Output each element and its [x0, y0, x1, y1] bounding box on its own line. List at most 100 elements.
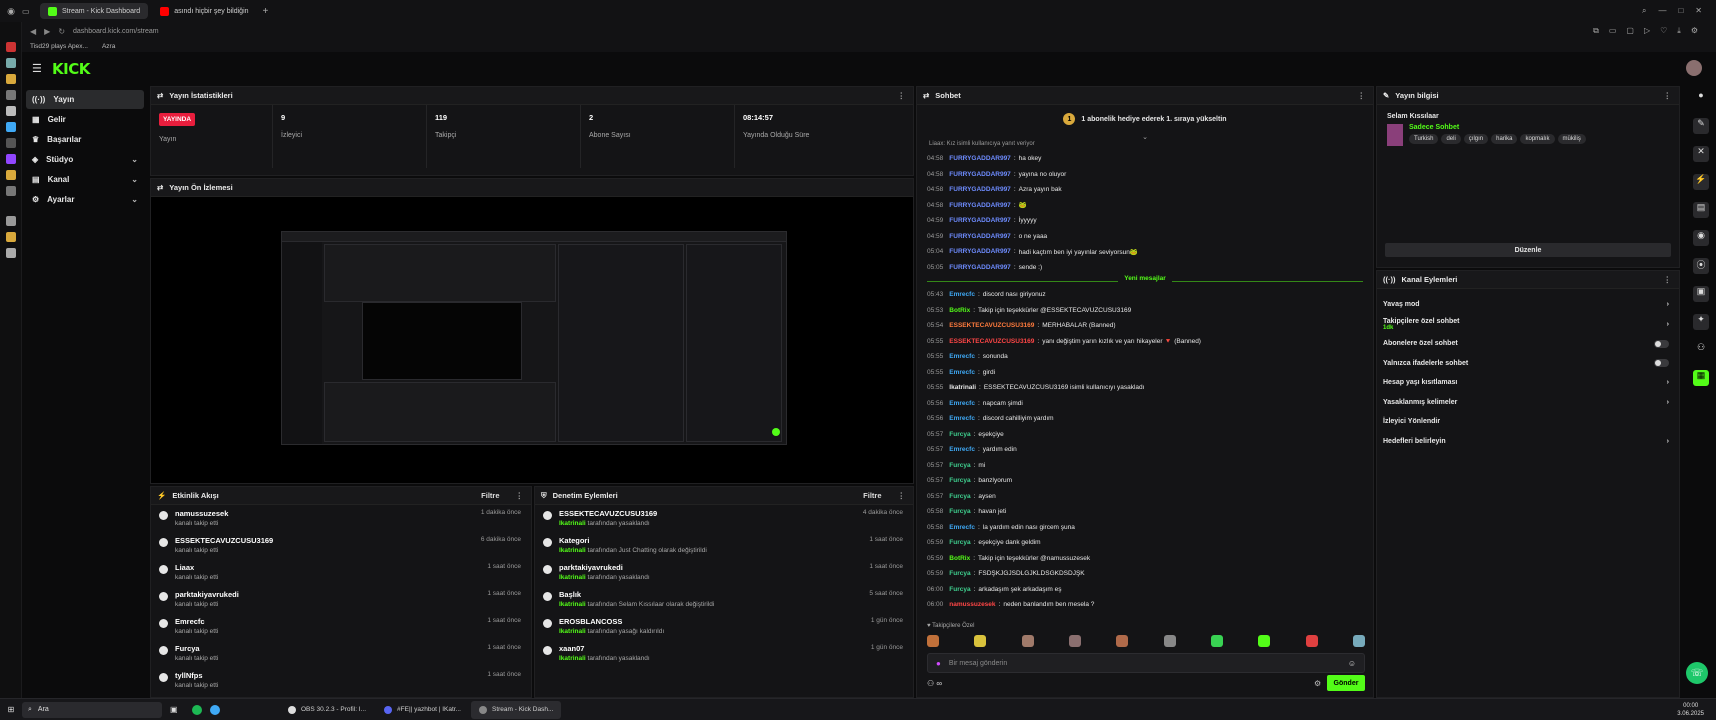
list-item[interactable]: Kategori Ikatrinali tarafından Just Chatt…: [535, 532, 913, 559]
chat-username[interactable]: FURRYGADDAR997: [949, 186, 1011, 193]
sidebar-app-icon[interactable]: [5, 106, 16, 116]
chat-username[interactable]: Emrecfc: [949, 353, 975, 360]
chat-tools-icon[interactable]: ⚇ ∞: [927, 679, 942, 688]
sidebar-app-icon[interactable]: [5, 186, 16, 196]
clock-icon[interactable]: [5, 216, 16, 226]
tab-list-icon[interactable]: ▭: [22, 7, 36, 16]
sidebar-app-icon[interactable]: [5, 90, 16, 100]
chat-input[interactable]: ● Bir mesaj gönderin ☺: [927, 653, 1365, 673]
chat-message[interactable]: 05:59 BotRix: Takip için teşekkürler @namu…: [917, 551, 1373, 567]
emote-icon[interactable]: [974, 635, 987, 647]
stream-tag[interactable]: deli: [1441, 134, 1461, 144]
toggle-switch[interactable]: [1654, 359, 1669, 368]
chat-username[interactable]: FURRYGADDAR997: [949, 202, 1011, 209]
chat-username[interactable]: BotRix: [949, 555, 970, 562]
emote-icon[interactable]: [1068, 635, 1081, 647]
chat-message[interactable]: 04:58 FURRYGADDAR997: Azra yayın bak: [917, 182, 1373, 198]
layout-icon[interactable]: ▣: [1693, 286, 1709, 302]
capture-icon[interactable]: ▢: [1626, 26, 1634, 36]
taskbar-app-obs[interactable]: OBS 30.2.3 - Profil: I...: [280, 701, 374, 719]
emote-icon[interactable]: [927, 635, 939, 647]
emote-icon[interactable]: [1210, 635, 1223, 647]
list-item[interactable]: Liaax kanalı takip etti 1 saat önce: [151, 559, 531, 586]
filter-button[interactable]: Filtre: [863, 491, 881, 500]
more-options-icon[interactable]: ⋮: [1358, 91, 1366, 100]
channel-action-item[interactable]: Hesap yaşı kısıtlaması ›: [1377, 373, 1679, 393]
chat-message[interactable]: 05:43 Emrecfc: discord nası giriyonuz: [917, 287, 1373, 303]
list-item[interactable]: xaan07 Ikatrinali tarafından yasaklandı 1 …: [535, 640, 913, 667]
chat-message[interactable]: 06:00 Furcya: arkadaşım şek arkadaşım eş: [917, 582, 1373, 598]
kick-logo[interactable]: KICK: [52, 60, 90, 78]
hamburger-menu-icon[interactable]: ☰: [32, 62, 42, 75]
sidebar-app-icon[interactable]: [5, 74, 16, 84]
sidebar-app-icon[interactable]: [5, 232, 16, 242]
nav-item-ayarlar[interactable]: ⚙ Ayarlar ⌄: [26, 190, 144, 209]
more-options-icon[interactable]: ⋮: [1664, 275, 1672, 284]
taskbar-clock[interactable]: 00:00 3.06.2025: [1677, 702, 1704, 718]
sidebar-app-icon[interactable]: [5, 58, 16, 68]
extensions-icon[interactable]: ⚙: [1691, 26, 1698, 36]
chat-username[interactable]: FURRYGADDAR997: [949, 233, 1011, 240]
mic-icon[interactable]: ●: [936, 659, 941, 668]
avatar[interactable]: [1686, 60, 1702, 76]
emote-icon[interactable]: [1305, 635, 1318, 647]
chat-username[interactable]: ESSEKTECAVUZCUSU3169: [949, 322, 1034, 329]
nav-item-basarilar[interactable]: ♛ Başarılar: [26, 130, 144, 149]
minimize-icon[interactable]: —: [1658, 6, 1666, 16]
list-item[interactable]: namussuzesek kanalı takip etti 1 dakika ön…: [151, 505, 531, 532]
chat-message[interactable]: 05:55 Emrecfc: sonunda: [917, 349, 1373, 365]
tab-youtube[interactable]: asındı hiçbir şey bildiğin: [152, 3, 256, 19]
chat-message[interactable]: 05:05 FURRYGADDAR997: sende :): [917, 260, 1373, 276]
chat-settings-icon[interactable]: ⚙: [1314, 679, 1321, 688]
nav-item-gelir[interactable]: ▦ Gelir: [26, 110, 144, 129]
broadcast-icon[interactable]: ⦿: [1693, 258, 1709, 274]
chat-message[interactable]: 05:53 BotRix: Takip için teşekkürler @ESSE…: [917, 303, 1373, 319]
bookmark-item[interactable]: Tisd29 plays Apex...: [30, 43, 88, 50]
taskbar-app-browser[interactable]: Stream - Kick Dash...: [471, 700, 562, 719]
new-tab-button[interactable]: +: [263, 6, 269, 17]
chat-message[interactable]: 05:57 Emrecfc: yardım edin: [917, 442, 1373, 458]
chat-message[interactable]: 05:58 Emrecfc: la yardım edin nası gircem …: [917, 520, 1373, 536]
chat-username[interactable]: FURRYGADDAR997: [949, 155, 1011, 162]
chat-message[interactable]: 05:58 Furcya: havan jeti: [917, 504, 1373, 520]
chat-message[interactable]: 04:59 FURRYGADDAR997: İyyyyy: [917, 213, 1373, 229]
nav-item-yayin[interactable]: ((·)) Yayın: [26, 90, 144, 109]
chat-username[interactable]: Emrecfc: [949, 291, 975, 298]
chat-message[interactable]: 05:59 Furcya: FSDŞKJGJSDLGJKLDSGKDSDJŞK: [917, 566, 1373, 582]
chat-message[interactable]: 05:56 Emrecfc: discord cahilliyim yardım: [917, 411, 1373, 427]
chat-message[interactable]: 04:58 FURRYGADDAR997: ha okey: [917, 151, 1373, 167]
chat-username[interactable]: Furcya: [949, 508, 970, 515]
emote-icon[interactable]: [1258, 635, 1271, 647]
list-item[interactable]: Emrecfc kanalı takip etti 1 saat önce: [151, 613, 531, 640]
more-options-icon[interactable]: ⋮: [898, 91, 906, 100]
spotify-icon[interactable]: [192, 704, 202, 715]
chat-message[interactable]: 05:55 Ikatrinali: ESSEKTECAVUZCUSU3169 isi…: [917, 380, 1373, 396]
chat-message[interactable]: 05:54 ESSEKTECAVUZCUSU3169: MERHABALAR (Ba…: [917, 318, 1373, 334]
chat-message[interactable]: 04:58 FURRYGADDAR997: yayına no oluyor: [917, 167, 1373, 183]
wrench-icon[interactable]: ✦: [1693, 314, 1709, 330]
emote-icon[interactable]: [1116, 635, 1129, 647]
url-field[interactable]: dashboard.kick.com/stream: [73, 28, 159, 35]
bookmark-item[interactable]: Azra: [102, 43, 115, 50]
dot-icon[interactable]: ●: [1693, 90, 1709, 106]
taskbar-app-discord[interactable]: #FE|| yazhbot | IKatr...: [376, 701, 469, 719]
stream-tag[interactable]: harika: [1491, 134, 1518, 144]
chat-username[interactable]: FURRYGADDAR997: [949, 248, 1011, 255]
send-button[interactable]: Gönder: [1327, 675, 1365, 691]
chat-username[interactable]: Furcya: [949, 462, 970, 469]
forward-icon[interactable]: ▶: [44, 27, 50, 36]
app-icon[interactable]: [210, 704, 220, 715]
pencil-icon[interactable]: ✎: [1693, 118, 1709, 134]
chat-message[interactable]: 05:57 Furcya: eşekçiye: [917, 427, 1373, 443]
list-item[interactable]: EROSBLANCOSS Ikatrinali tarafından yasağı…: [535, 613, 913, 640]
stream-tag[interactable]: Turkish: [1409, 134, 1439, 144]
emote-icon[interactable]: [1021, 635, 1034, 647]
edit-button[interactable]: Düzenle: [1385, 243, 1671, 257]
split-view-icon[interactable]: ▭: [1609, 26, 1617, 36]
chat-message[interactable]: 04:58 FURRYGADDAR997: 🐸: [917, 198, 1373, 214]
play-icon[interactable]: ▷: [1644, 26, 1650, 36]
chat-username[interactable]: Ikatrinali: [949, 384, 976, 391]
list-item[interactable]: ESSEKTECAVUZCUSU3169 Ikatrinali tarafında…: [535, 505, 913, 532]
chat-username[interactable]: Furcya: [949, 493, 970, 500]
chat-username[interactable]: FURRYGADDAR997: [949, 264, 1011, 271]
